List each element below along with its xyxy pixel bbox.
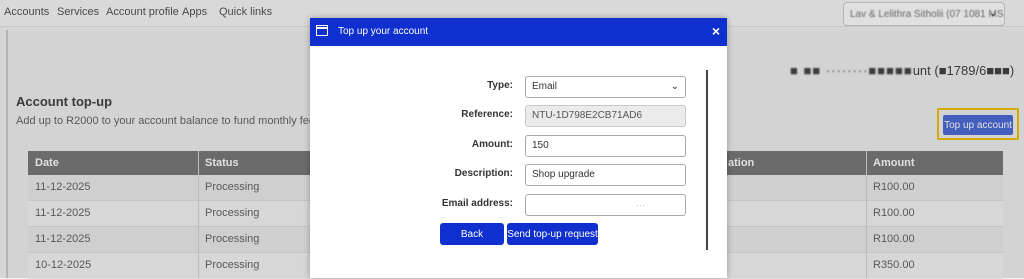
email-field[interactable]: ··· bbox=[525, 194, 686, 216]
topup-modal: Top up your account × Type: Email ⌄ Refe… bbox=[310, 18, 727, 278]
type-select-value: Email bbox=[532, 81, 558, 92]
type-select[interactable]: Email ⌄ bbox=[525, 76, 686, 98]
amount-field[interactable]: 150 bbox=[525, 135, 686, 157]
amount-label: Amount: bbox=[471, 139, 513, 150]
type-label: Type: bbox=[487, 80, 513, 91]
description-field[interactable]: Shop upgrade bbox=[525, 164, 686, 186]
close-icon[interactable]: × bbox=[712, 23, 720, 39]
modal-scrollbar[interactable] bbox=[706, 70, 708, 250]
email-label: Email address: bbox=[441, 198, 513, 209]
modal-header: Top up your account × bbox=[310, 18, 727, 46]
chevron-down-icon: ⌄ bbox=[670, 81, 679, 92]
window-icon bbox=[316, 25, 328, 36]
modal-title: Top up your account bbox=[338, 26, 429, 37]
back-button[interactable]: Back bbox=[440, 223, 504, 245]
reference-field: NTU-1D798E2CB71AD6 bbox=[525, 105, 686, 127]
email-field-placeholder: ··· bbox=[636, 200, 645, 210]
send-top-up-request-button[interactable]: Send top-up request bbox=[507, 223, 598, 245]
description-label: Description: bbox=[454, 168, 513, 179]
reference-label: Reference: bbox=[461, 109, 513, 120]
